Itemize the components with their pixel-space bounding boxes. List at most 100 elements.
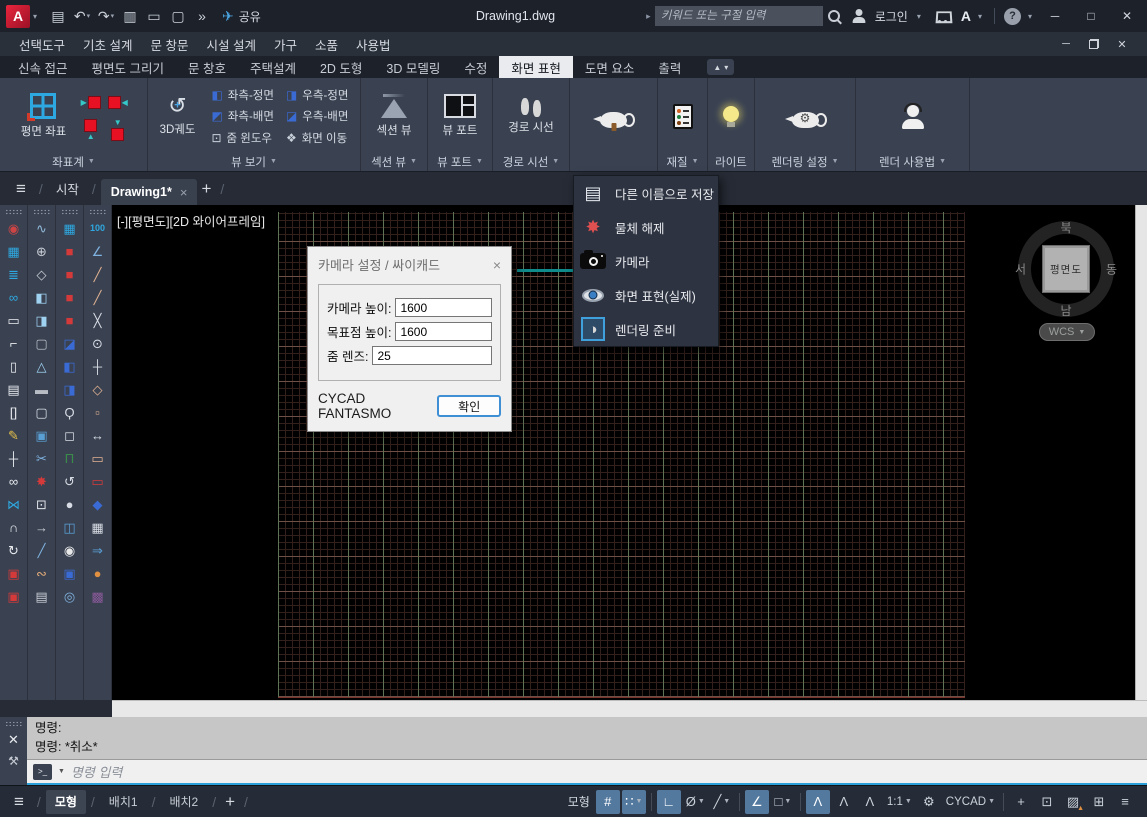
workspace-switch-icon[interactable]: CYCAD▼ <box>943 790 998 814</box>
command-prompt-icon[interactable]: >_ <box>33 764 52 780</box>
menu-item[interactable]: 선택도구 <box>10 32 74 56</box>
hardware-acceleration-icon[interactable]: ▨▲ <box>1061 790 1085 814</box>
wrench-icon[interactable]: ⚒ <box>8 754 19 768</box>
link-points-tool[interactable]: ∞ <box>1 286 27 309</box>
view-cube[interactable]: 북 동 남 서 평면도 <box>1018 221 1114 317</box>
ribbon-tab[interactable]: 주택설계 <box>238 56 308 78</box>
camera-height-input[interactable] <box>395 298 492 317</box>
menu-item-explode-object[interactable]: ✸물체 해제 <box>574 210 718 244</box>
polar-tracking-icon[interactable]: Ø▼ <box>683 790 708 814</box>
block-brackets-tool[interactable]: [] <box>1 401 27 424</box>
coord-left-button[interactable]: ◀ <box>104 89 131 116</box>
coord-right-button[interactable]: ▶ <box>77 89 104 116</box>
menu-item[interactable]: 시설 설계 <box>197 32 264 56</box>
region-tool[interactable]: ⊡ <box>29 493 55 516</box>
snap-mode-icon[interactable]: ∷▼ <box>622 790 646 814</box>
coord-down-button[interactable]: ▼ <box>104 116 131 143</box>
compass-south[interactable]: 남 <box>1060 302 1071 319</box>
line-endpoints-tool[interactable]: ╱ <box>85 263 111 286</box>
cube-blue-tool[interactable]: ◆ <box>85 493 111 516</box>
menu-item-camera[interactable]: 카메라 <box>574 244 718 278</box>
app-store-icon[interactable]: A <box>961 8 971 24</box>
command-history[interactable]: 명령:명령: *취소* <box>27 717 1147 759</box>
menu-item[interactable]: 가구 <box>265 32 306 56</box>
clean-screen-icon[interactable]: ⊞ <box>1087 790 1111 814</box>
help-arrow-icon[interactable]: ▾ <box>1028 12 1032 21</box>
cascade-windows-tool[interactable]: ▤ <box>29 585 55 608</box>
command-grip[interactable] <box>5 721 23 726</box>
zoom-lens-input[interactable] <box>372 346 492 365</box>
align-right-tool[interactable]: ■ <box>57 263 83 286</box>
share-button[interactable]: ✈ 공유 <box>222 8 261 25</box>
coord-up-button[interactable]: ▲ <box>77 116 104 143</box>
ribbon-tab[interactable]: 수정 <box>452 56 499 78</box>
menu-item-save-as[interactable]: ▤다른 이름으로 저장 <box>574 176 718 210</box>
render-settings-button[interactable]: ⚙ <box>787 103 824 130</box>
tab-drawing1[interactable]: Drawing1* × <box>101 179 198 205</box>
ribbon-tab[interactable]: 출력 <box>646 56 693 78</box>
panel-material-label[interactable]: 재질▼ <box>658 152 707 171</box>
rectangle-tool[interactable]: ▭ <box>1 309 27 332</box>
point-style-a-tool[interactable]: ▣ <box>1 562 27 585</box>
camera-orange-tool[interactable]: ● <box>85 562 111 585</box>
store-cart-icon[interactable] <box>934 10 951 23</box>
file-tabs-menu-icon[interactable]: ≡ <box>8 179 34 199</box>
panel-view-label[interactable]: 뷰 보기▼ <box>148 152 360 171</box>
camera-tool[interactable]: ◉ <box>57 539 83 562</box>
more-commands-icon[interactable]: » <box>191 4 213 28</box>
tab-start[interactable]: 시작 <box>48 179 87 198</box>
compass-north[interactable]: 북 <box>1060 219 1071 236</box>
new-drawing-button[interactable]: + <box>201 179 211 199</box>
menu-item[interactable]: 소품 <box>306 32 347 56</box>
settings-gear-icon[interactable]: ⚙ <box>917 790 941 814</box>
union-tool[interactable]: ▣ <box>29 424 55 447</box>
view-cube-face[interactable]: 평면도 <box>1042 245 1090 293</box>
wire-cube-tool[interactable]: ◫ <box>57 516 83 539</box>
angle-measure-tool[interactable]: ∠ <box>85 240 111 263</box>
loft-tool[interactable]: ◨ <box>29 309 55 332</box>
copy-faces-tool[interactable]: ▢ <box>29 332 55 355</box>
view-direction-button[interactable]: ◨우측-정면 <box>281 84 354 106</box>
login-button[interactable]: 로그인 <box>875 8 908 25</box>
align-up-tool[interactable]: ■ <box>57 240 83 263</box>
move-tool[interactable]: ┼ <box>1 447 27 470</box>
target-height-input[interactable] <box>395 322 492 341</box>
layout-tab-모형[interactable]: 모형 <box>46 790 86 814</box>
plan-coord-button[interactable]: 평면 좌표 <box>16 91 72 141</box>
circle-center-tool[interactable]: ⊕ <box>29 240 55 263</box>
toolbar-grip[interactable] <box>5 209 23 215</box>
view-direction-button[interactable]: ❖화면 이동 <box>281 127 354 149</box>
dim-linear-tool[interactable]: ↔ <box>85 424 111 447</box>
extend-tool[interactable]: → <box>29 516 55 539</box>
join-line-tool[interactable]: ∾ <box>29 562 55 585</box>
view-direction-button[interactable]: ◧좌측-정면 <box>206 84 279 106</box>
annotation-visibility-icon[interactable]: Λ <box>806 790 830 814</box>
slab-tool[interactable]: ▬ <box>29 378 55 401</box>
circle-dot-tool[interactable]: ⊙ <box>85 332 111 355</box>
panel-light-label[interactable]: 라이트 <box>708 152 754 171</box>
doc-restore-button[interactable] <box>1085 39 1103 49</box>
wmf-export-tool[interactable]: ⇒ <box>85 539 111 562</box>
layout-tab-배치1[interactable]: 배치1 <box>100 790 147 814</box>
panel-section-label[interactable]: 섹션 뷰▼ <box>361 152 427 171</box>
ribbon-tab[interactable]: 도면 요소 <box>573 56 646 78</box>
arc-points-tool[interactable]: ∿ <box>29 217 55 240</box>
search-icon[interactable] <box>827 9 842 24</box>
menu-item[interactable]: 기초 설계 <box>74 32 141 56</box>
polygon-tool[interactable]: ◇ <box>29 263 55 286</box>
object-snap-icon[interactable]: □▼ <box>771 790 795 814</box>
add-scale-icon[interactable]: + <box>1009 790 1033 814</box>
viewport-red-tool[interactable]: ▭ <box>85 470 111 493</box>
compass-east[interactable]: 동 <box>1106 261 1117 278</box>
panel-path-label[interactable]: 경로 시선▼ <box>493 152 569 171</box>
light-button[interactable] <box>718 104 744 128</box>
ribbon-tab[interactable]: 문 창호 <box>176 56 238 78</box>
app-logo[interactable]: A <box>6 5 30 28</box>
panel-coord-label[interactable]: 좌표계▼ <box>0 152 147 171</box>
side-right-tool[interactable]: ◨ <box>57 378 83 401</box>
app-store-arrow-icon[interactable]: ▾ <box>978 12 982 21</box>
isolate-objects-icon[interactable]: ⊡ <box>1035 790 1059 814</box>
plumb-tool[interactable]: ┼ <box>85 355 111 378</box>
copy-tool[interactable]: ∞ <box>1 470 27 493</box>
viewport-button[interactable]: 뷰 포트 <box>438 92 483 140</box>
